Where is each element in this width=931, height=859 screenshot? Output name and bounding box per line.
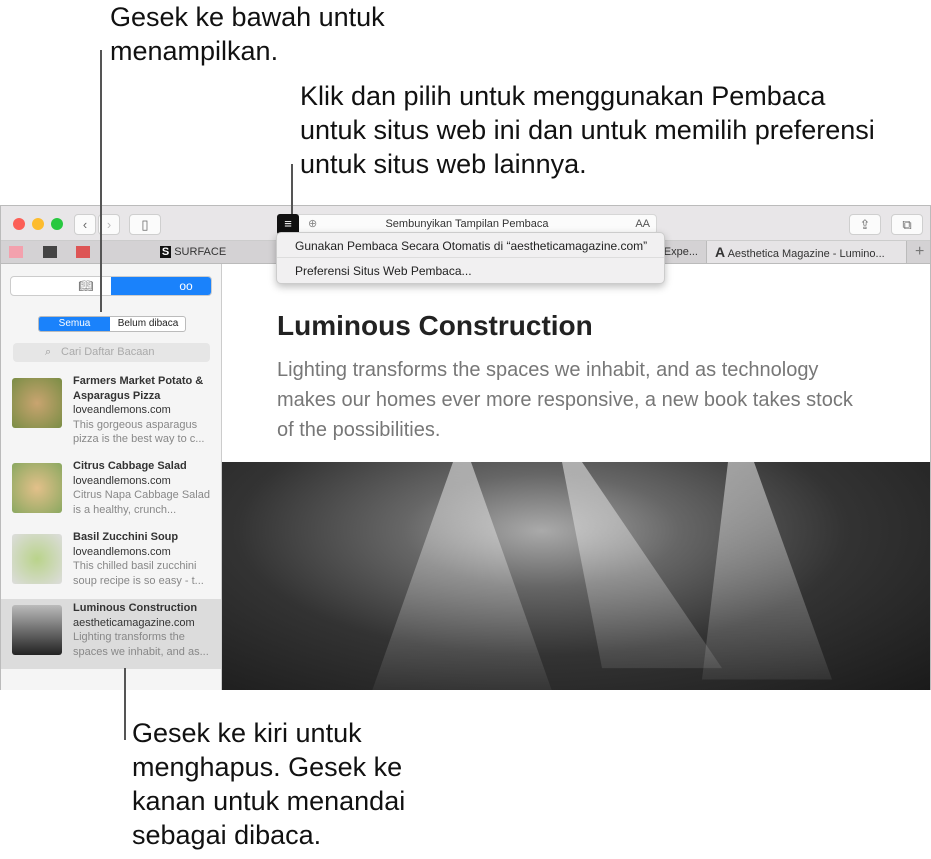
chevron-right-icon: › <box>106 217 112 232</box>
item-title: Luminous Construction <box>73 602 198 614</box>
tab-favicon: A <box>715 244 726 260</box>
item-excerpt: This gorgeous asparagus pizza is the bes… <box>73 418 205 446</box>
callout-swipe-down: Gesek ke bawah untuk menampilkan. <box>110 2 385 66</box>
menu-item-auto-reader[interactable]: Gunakan Pembaca Secara Otomatis di “aest… <box>295 239 647 253</box>
reader-icon: ≡ <box>284 216 292 231</box>
tab-surface[interactable]: S SURFACE <box>101 241 276 263</box>
chevron-left-icon: ‹ <box>82 217 88 232</box>
callout-line <box>100 50 102 312</box>
reading-list-tab[interactable]: oo <box>111 277 211 295</box>
filter-unread[interactable]: Belum dibaca <box>110 317 185 331</box>
close-button[interactable] <box>13 218 25 230</box>
sidebar-toggle-button[interactable]: ▯ <box>129 214 161 235</box>
pinned-tab[interactable] <box>9 246 23 258</box>
new-tab-button[interactable]: + <box>906 241 930 263</box>
bookmarks-tab[interactable]: 📖︎ <box>11 277 111 295</box>
thumbnail <box>12 463 62 513</box>
tabs-icon: ⧉ <box>902 217 912 232</box>
list-item[interactable]: Basil Zucchini Soup loveandlemons.com This… <box>1 528 221 598</box>
share-button[interactable]: ⇪ <box>849 214 881 235</box>
item-domain: loveandlemons.com <box>73 404 171 416</box>
pinned-tab[interactable] <box>43 246 57 258</box>
item-excerpt: Lighting transforms the spaces we inhabi… <box>73 631 209 658</box>
item-excerpt: Citrus Napa Cabbage Salad is a healthy, … <box>73 489 210 516</box>
list-item[interactable]: Farmers Market Potato & Asparagus Pizza l… <box>1 372 221 445</box>
reading-list-sidebar: 📖︎ oo Semua Belum dibaca ⌕ Cari Daftar Ba… <box>1 264 222 690</box>
reading-filter: Semua Belum dibaca <box>38 316 186 332</box>
filter-all[interactable]: Semua <box>39 317 110 331</box>
reader-content: Luminous Construction Lighting transform… <box>222 264 930 690</box>
list-item-selected[interactable]: Luminous Construction aestheticamagazine.… <box>1 599 221 669</box>
sidebar-mode-switch: 📖︎ oo <box>10 276 212 296</box>
pinned-tab[interactable] <box>76 246 90 258</box>
tab-label: SURFACE <box>174 246 227 258</box>
search-input[interactable]: ⌕ Cari Daftar Bacaan <box>13 343 210 362</box>
thumbnail <box>12 378 62 428</box>
sidebar-icon: ▯ <box>141 217 149 232</box>
list-item[interactable]: Citrus Cabbage Salad loveandlemons.com Cit… <box>1 457 221 527</box>
tab-aesthetica[interactable]: A Aesthetica Magazine - Lumino... <box>706 241 906 263</box>
callout-line <box>291 164 293 214</box>
item-title: Basil Zucchini Soup <box>73 531 179 543</box>
address-text: Sembunyikan Tampilan Pembaca <box>385 218 549 230</box>
zoom-button[interactable] <box>51 218 63 230</box>
article-title: Luminous Construction <box>277 310 593 341</box>
thumbnail <box>12 534 62 584</box>
tab-label: Aesthetica Magazine - Lumino... <box>727 248 885 260</box>
search-icon: ⌕ <box>45 346 52 358</box>
reader-options-menu: Gunakan Pembaca Secara Otomatis di “aest… <box>276 232 665 284</box>
tab-label: Expe... <box>663 246 698 258</box>
callout-line <box>124 668 126 740</box>
menu-item-reader-preferences[interactable]: Preferensi Situs Web Pembaca... <box>295 264 472 278</box>
tab-favicon: S <box>159 246 172 258</box>
item-title: Citrus Cabbage Salad <box>73 460 187 472</box>
back-button[interactable]: ‹ <box>74 214 96 235</box>
glasses-icon: oo <box>179 279 193 293</box>
tabs-overview-button[interactable]: ⧉ <box>891 214 923 235</box>
item-excerpt: This chilled basil zucchini soup recipe … <box>73 560 204 587</box>
callout-reader-menu: Klik dan pilih untuk menggunakan Pembaca… <box>300 81 875 179</box>
minimize-button[interactable] <box>32 218 44 230</box>
book-icon: 📖︎ <box>78 279 94 293</box>
article-hero-image <box>222 462 930 690</box>
item-domain: loveandlemons.com <box>73 474 171 487</box>
share-icon: ⇪ <box>859 217 871 232</box>
item-domain: loveandlemons.com <box>73 545 171 558</box>
search-placeholder: Cari Daftar Bacaan <box>61 346 155 358</box>
article-subtitle: Lighting transforms the spaces we inhabi… <box>277 359 853 441</box>
callout-swipe-sides: Gesek ke kiri untuk menghapus. Gesek ke … <box>132 718 406 850</box>
item-domain: aestheticamagazine.com <box>73 616 195 629</box>
item-title: Farmers Market Potato & Asparagus Pizza <box>73 375 204 402</box>
thumbnail <box>12 605 62 655</box>
